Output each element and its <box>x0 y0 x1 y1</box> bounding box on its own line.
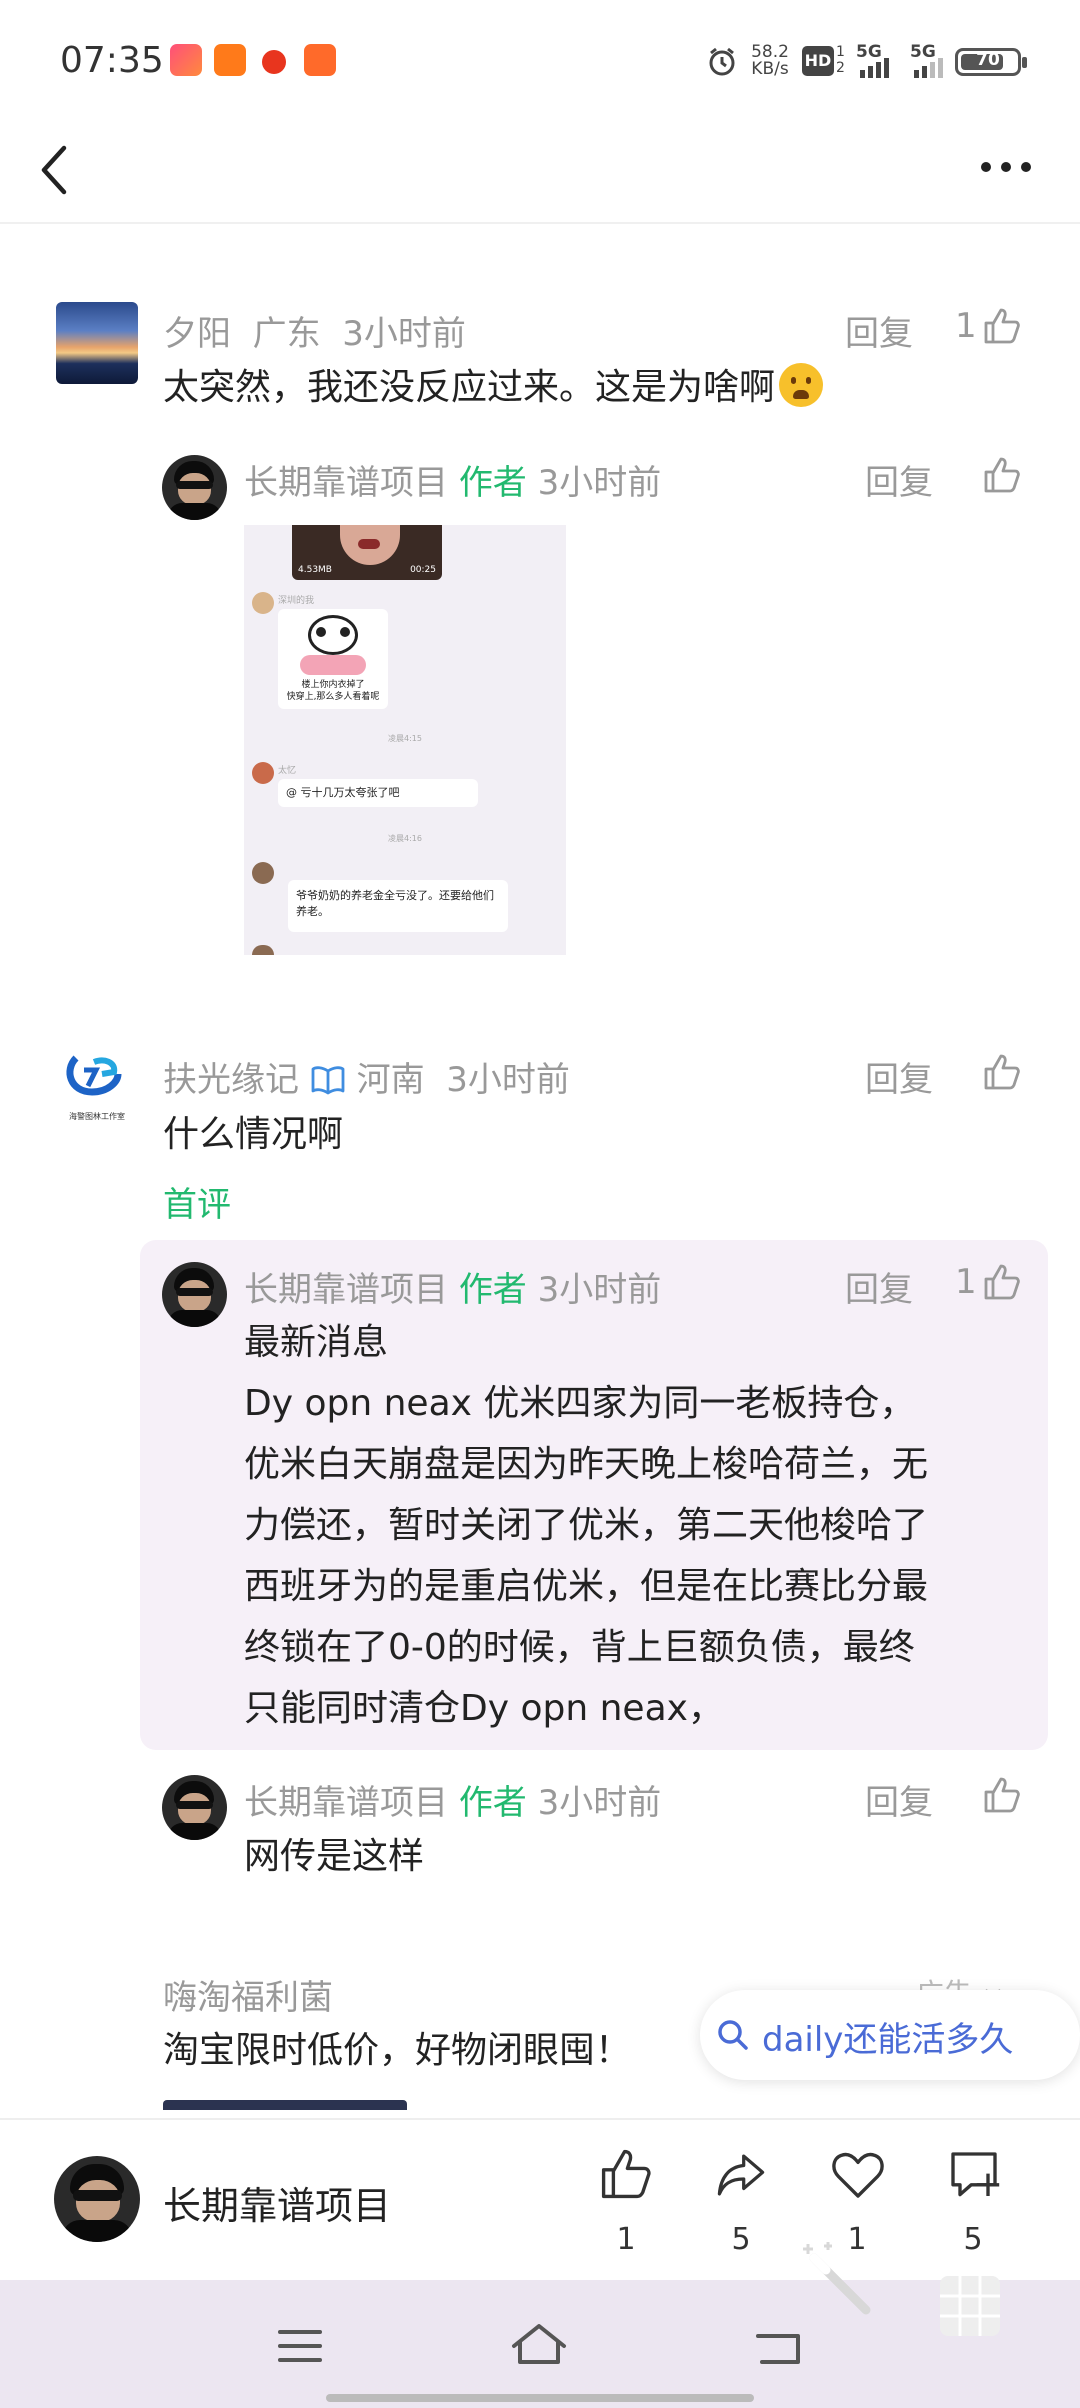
video-thumbnail[interactable]: 4.53MB 00:25 <box>292 525 442 580</box>
logo-text: 海警图林工作室 <box>69 1112 125 1121</box>
gesture-bar[interactable] <box>326 2394 754 2402</box>
comment-time: 3小时前 <box>342 314 466 354</box>
reply-button[interactable]: 回复 <box>865 1052 933 1101</box>
ad-advertiser[interactable]: 嗨淘福利菌 <box>163 1970 333 2019</box>
username[interactable]: 夕阳 <box>163 314 231 354</box>
avatar[interactable] <box>162 1262 227 1327</box>
username[interactable]: 扶光缘记 <box>163 1060 299 1100</box>
status-time: 07:35 <box>60 40 164 81</box>
avatar[interactable]: 海警图林工作室 <box>56 1048 138 1130</box>
sim1-label: 1 <box>836 44 845 60</box>
hd-badge: HD <box>802 46 834 76</box>
location: 广东 <box>252 314 321 354</box>
signal-icon <box>914 58 943 78</box>
location: 河南 <box>356 1060 425 1100</box>
sticker-message: 楼上你内衣掉了 快穿上,那么多人看着呢 <box>278 609 388 709</box>
thumbs-up-icon[interactable] <box>982 1262 1022 1302</box>
search-suggestion[interactable]: daily还能活多久 <box>700 1990 1080 2080</box>
ad-image[interactable] <box>163 2100 407 2110</box>
app-notification-icon <box>304 44 336 76</box>
author-tag: 作者 <box>458 463 527 503</box>
comment-time: 3小时前 <box>537 1783 662 1823</box>
battery-icon: 70 <box>955 48 1027 76</box>
author-avatar[interactable] <box>54 2156 140 2242</box>
avatar <box>252 862 274 884</box>
reply-button[interactable]: 回复 <box>865 1775 933 1824</box>
alarm-icon <box>709 47 735 76</box>
reply-text: 最新消息 Dy opn neax 优米四家为同一老板持仓， 优米白天崩盘是因为昨… <box>244 1322 929 1729</box>
worried-emoji-icon <box>779 363 824 407</box>
share-count: 5 <box>731 2222 751 2257</box>
system-nav-bar <box>0 2242 1080 2408</box>
reply-button[interactable]: 回复 <box>845 306 913 355</box>
search-suggestion-text: daily还能活多久 <box>762 2020 1014 2060</box>
first-comment-badge: 首评 <box>163 1185 231 1225</box>
sim2-label: 2 <box>836 60 845 76</box>
reply-image[interactable]: 4.53MB 00:25 深圳的我 楼上你内衣掉了 快穿上,那么多人看着呢 凌晨… <box>244 525 566 955</box>
username[interactable]: 长期靠谱项目 <box>244 463 448 503</box>
back-arrow-icon[interactable] <box>34 142 74 198</box>
reply-button[interactable]: 回复 <box>845 1262 913 1311</box>
app-notification-icon <box>214 44 246 76</box>
logo-icon <box>66 1055 122 1096</box>
signal-icon <box>860 58 889 78</box>
menu-icon[interactable] <box>276 2326 324 2366</box>
home-icon[interactable] <box>508 2320 570 2368</box>
reply-button[interactable]: 回复 <box>865 455 933 504</box>
author-tag: 作者 <box>458 1270 527 1310</box>
author-name[interactable]: 长期靠谱项目 <box>163 2175 391 2230</box>
app-notification-icon <box>170 44 202 76</box>
divider <box>0 222 1080 224</box>
comment-time: 3小时前 <box>537 1270 662 1310</box>
comment-add-icon[interactable] <box>946 2148 1002 2202</box>
app-notification-icon <box>262 50 286 74</box>
avatar <box>252 762 274 784</box>
username[interactable]: 长期靠谱项目 <box>244 1783 448 1823</box>
comment-text: 什么情况啊 <box>163 1114 344 1155</box>
comment-text: 太突然，我还没反应过来。这是为啥啊 <box>163 357 824 418</box>
author-tag: 作者 <box>458 1783 527 1823</box>
search-icon <box>718 2020 748 2050</box>
status-bar: 07:35 58.2 KB/s HD 1 2 5G 5G 70 <box>0 0 1080 120</box>
net-speed-unit: KB/s <box>751 59 789 79</box>
reply-meta: 长期靠谱项目 作者 3小时前 <box>244 1262 661 1311</box>
magic-wand-icon[interactable] <box>800 2240 880 2320</box>
top-nav-bar <box>0 120 1080 220</box>
ad-text[interactable]: 淘宝限时低价，好物闭眼囤！ <box>163 2020 631 2081</box>
more-options-icon[interactable] <box>980 160 1032 174</box>
avatar[interactable] <box>162 1775 227 1840</box>
avatar[interactable] <box>162 455 227 520</box>
thumbs-up-icon[interactable] <box>598 2146 654 2202</box>
grid-icon[interactable] <box>938 2274 1002 2338</box>
verified-book-icon <box>311 1066 345 1095</box>
avatar <box>252 592 274 614</box>
username[interactable]: 长期靠谱项目 <box>244 1270 448 1310</box>
heart-icon[interactable] <box>830 2148 886 2202</box>
avatar[interactable] <box>56 302 138 384</box>
like-count: 1 <box>616 2222 636 2257</box>
thumbs-up-icon[interactable] <box>982 1052 1022 1092</box>
like-count: 1 <box>955 1262 977 1302</box>
comment-meta: 夕阳 广东 3小时前 <box>163 306 466 355</box>
comment-count: 5 <box>963 2222 983 2257</box>
reply-meta: 长期靠谱项目 作者 3小时前 <box>244 455 661 504</box>
reply-meta: 长期靠谱项目 作者 3小时前 <box>244 1775 661 1824</box>
thumbs-up-icon[interactable] <box>982 306 1022 346</box>
like-count: 1 <box>955 306 977 346</box>
comment-time: 3小时前 <box>537 463 662 503</box>
share-icon[interactable] <box>714 2148 768 2202</box>
reply-text: 网传是这样 <box>244 1836 425 1877</box>
battery-level: 70 <box>976 50 1000 70</box>
thumbs-up-icon[interactable] <box>982 1775 1022 1815</box>
comment-meta: 扶光缘记 河南 3小时前 <box>163 1052 570 1101</box>
comment-time: 3小时前 <box>446 1060 570 1100</box>
bottom-action-bar: 长期靠谱项目 1 5 1 5 <box>0 2118 1080 2278</box>
thumbs-up-icon[interactable] <box>982 455 1022 495</box>
back-icon[interactable] <box>752 2322 808 2370</box>
